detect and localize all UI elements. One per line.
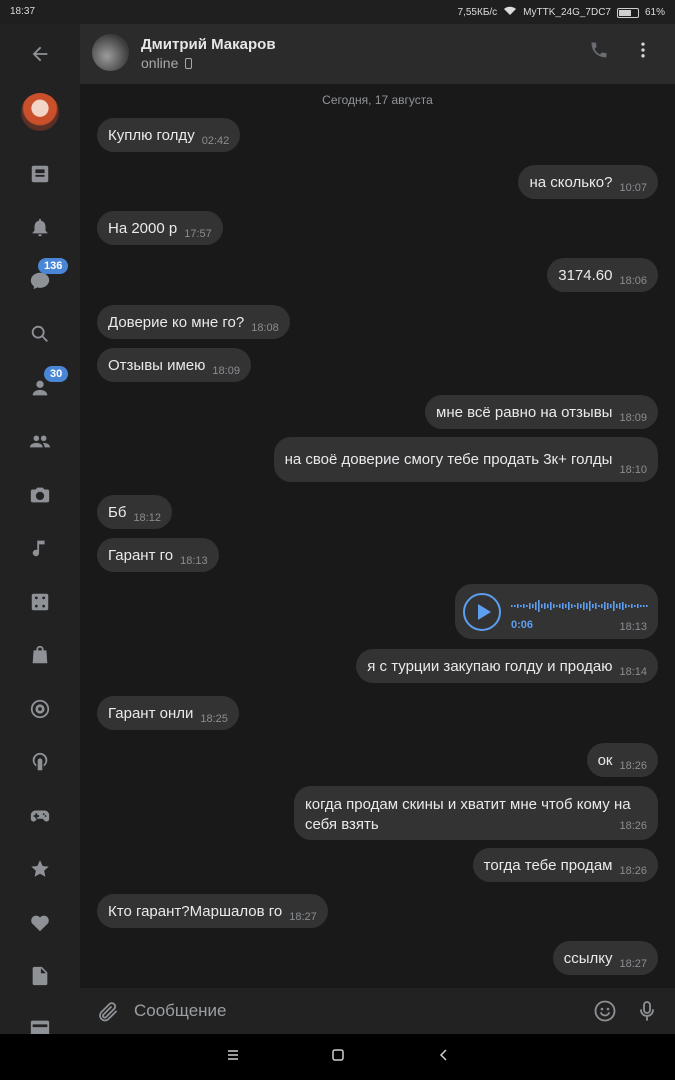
star-icon[interactable] — [0, 849, 80, 889]
waveform-icon[interactable] — [511, 598, 649, 614]
phone-icon[interactable] — [589, 40, 609, 65]
date-separator: Сегодня, 17 августа — [322, 93, 433, 107]
message-outgoing[interactable]: ссылку 18:27 — [552, 941, 658, 975]
network-name: MyTTK_24G_7DC7 — [523, 7, 611, 18]
status-bar: 18:37 7,55КБ/с MyTTK_24G_7DC7 61% — [0, 0, 675, 24]
voice-message[interactable]: 0:06 18:13 — [455, 584, 658, 639]
back-icon[interactable] — [432, 1048, 456, 1066]
message-incoming[interactable]: Доверие ко мне го? 18:08 — [97, 305, 290, 339]
heart-icon[interactable] — [0, 903, 80, 943]
composer: Сообщение — [80, 988, 675, 1034]
system-nav-bar — [0, 1034, 675, 1080]
more-vertical-icon[interactable] — [633, 40, 653, 65]
message-incoming[interactable]: Отзывы имею 18:09 — [97, 348, 251, 382]
target-icon[interactable] — [0, 689, 80, 729]
microphone-icon[interactable] — [635, 999, 659, 1028]
back-arrow-icon[interactable] — [0, 34, 80, 74]
message-outgoing[interactable]: 3174.60 18:06 — [547, 258, 658, 292]
emoji-icon[interactable] — [593, 999, 617, 1028]
message-outgoing[interactable]: мне всё равно на отзывы 18:09 — [425, 395, 658, 429]
message-outgoing[interactable]: когда продам скины и хватит мне чтоб ком… — [294, 786, 658, 840]
podcast-icon[interactable] — [0, 742, 80, 782]
mobile-icon — [185, 58, 193, 69]
message-incoming[interactable]: Бб 18:12 — [97, 495, 172, 529]
message-incoming[interactable]: Гарант го 18:13 — [97, 538, 219, 572]
my-avatar[interactable] — [21, 93, 59, 131]
message-input[interactable]: Сообщение — [134, 1001, 227, 1021]
home-icon[interactable] — [326, 1048, 350, 1066]
shopping-bag-icon[interactable] — [0, 635, 80, 675]
battery-level: 61% — [644, 7, 665, 18]
friends-badge: 30 — [44, 366, 69, 382]
bell-icon[interactable] — [0, 207, 80, 247]
games-icon[interactable] — [0, 582, 80, 622]
groups-icon[interactable] — [0, 421, 80, 461]
battery-icon — [616, 7, 639, 18]
sidebar: 136 30 — [0, 24, 80, 1034]
message-incoming[interactable]: Кто гарант?Маршалов го 18:27 — [97, 894, 328, 928]
network-speed: 7,55КБ/с — [457, 7, 498, 18]
news-icon[interactable] — [0, 154, 80, 194]
wifi-icon — [503, 6, 517, 19]
message-incoming[interactable]: На 2000 р 17:57 — [97, 211, 223, 245]
message-outgoing[interactable]: тогда тебе продам 18:26 — [472, 848, 658, 882]
message-incoming[interactable]: Куплю голду 02:42 — [97, 118, 241, 152]
menu-icon[interactable] — [221, 1048, 245, 1066]
messages-badge: 136 — [38, 258, 69, 274]
chat-header: Дмитрий Макаров online — [80, 24, 675, 84]
attach-icon[interactable] — [96, 1000, 120, 1029]
clock: 18:37 — [10, 6, 36, 17]
play-icon[interactable] — [463, 593, 501, 631]
message-outgoing[interactable]: на своё доверие смогу тебе продать 3к+ г… — [273, 437, 658, 482]
message-outgoing[interactable]: ок 18:26 — [586, 743, 658, 777]
voice-duration: 0:06 — [511, 619, 534, 631]
message-list[interactable]: Сегодня, 17 августа Куплю голду 02:42 на … — [80, 84, 675, 988]
camera-icon[interactable] — [0, 475, 80, 515]
contact-avatar[interactable] — [92, 34, 129, 71]
message-incoming[interactable]: Гарант онли 18:25 — [97, 696, 239, 730]
message-outgoing[interactable]: на сколько? 10:07 — [518, 165, 658, 199]
contact-name[interactable]: Дмитрий Макаров — [141, 36, 276, 53]
document-icon[interactable] — [0, 956, 80, 996]
message-outgoing[interactable]: я с турции закупаю голду и продаю 18:14 — [356, 649, 658, 683]
online-label: online — [141, 55, 179, 71]
gamepad-icon[interactable] — [0, 796, 80, 836]
search-icon[interactable] — [0, 314, 80, 354]
music-icon[interactable] — [0, 528, 80, 568]
payment-card-icon[interactable] — [0, 1009, 80, 1034]
contact-status: online — [141, 55, 193, 71]
voice-time: 18:13 — [619, 621, 647, 633]
